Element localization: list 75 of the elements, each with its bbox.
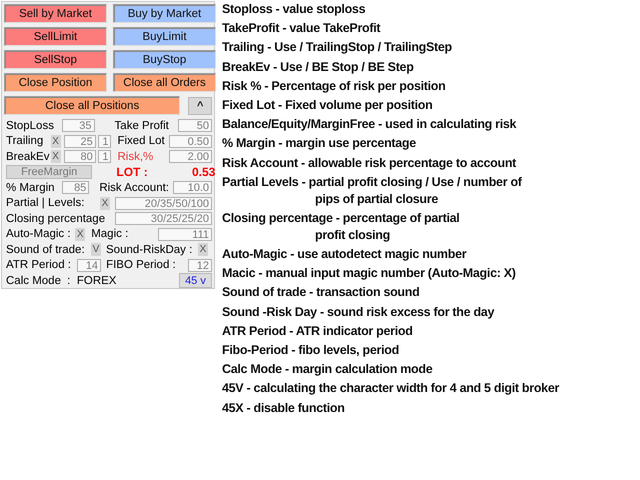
description-text: 45X - disable function — [222, 400, 345, 417]
input-field[interactable]: 111 — [158, 228, 212, 241]
description-text: Fixed Lot - Fixed volume per position — [222, 96, 432, 114]
input-field[interactable]: 12 — [188, 258, 212, 272]
input-field[interactable]: 1 — [98, 134, 112, 148]
description-text: Calc Mode - margin calculation mode — [222, 361, 432, 378]
calc-mode-value: FOREX — [76, 274, 118, 287]
lot-label: LOT : — [116, 165, 149, 180]
description-text: Sound of trade - transaction sound — [222, 284, 420, 302]
collapse-button[interactable]: ^ — [188, 96, 212, 114]
field-label: Take Profit — [114, 120, 170, 132]
order-button[interactable]: BuyLimit — [113, 27, 216, 46]
order-button[interactable]: Close Position — [4, 73, 107, 92]
description-text: Macic - manual input magic number (Auto-Magic: X) — [222, 265, 516, 282]
close-all-positions-button[interactable]: Close all Positions — [4, 96, 180, 115]
field-label: ATR Period : — [6, 259, 72, 272]
toggle-button[interactable]: X — [50, 150, 60, 164]
description-text: Balance/Equity/MarginFree - used in calculating risk — [222, 116, 516, 134]
input-field[interactable]: 85 — [62, 181, 90, 194]
field-label: Closing percentage — [6, 212, 106, 225]
description-text: % Margin - margin use percentage — [222, 135, 416, 152]
input-field[interactable]: 0.50 — [169, 134, 212, 148]
field-label: Risk Account: — [99, 182, 170, 194]
field-label: Risk,% — [117, 150, 154, 163]
input-field[interactable]: 50 — [178, 119, 212, 132]
description-text: Auto-Magic - use autodetect magic number — [222, 246, 466, 264]
toggle-button[interactable]: V — [91, 243, 101, 256]
order-button[interactable]: Sell by Market — [4, 4, 107, 23]
field-label: Trailing — [6, 135, 44, 148]
order-button[interactable]: BuyStop — [113, 50, 216, 69]
description-text: Risk % - Percentage of risk per position — [222, 78, 446, 95]
field-label: Sound-RiskDay : — [106, 244, 194, 256]
digits-button[interactable]: 45 v — [178, 273, 212, 288]
description-text: profit closing — [315, 226, 390, 244]
input-field[interactable]: 14 — [77, 258, 102, 272]
description-text: pips of partial closure — [315, 190, 438, 208]
field-label: Calc Mode — [6, 274, 62, 287]
field-label: Auto-Magic : — [6, 228, 72, 240]
description-text: BreakEv - Use / BE Stop / BE Step — [222, 58, 414, 76]
order-button[interactable]: Buy by Market — [113, 4, 216, 23]
input-field[interactable]: 30/25/25/20 — [114, 212, 212, 226]
description-text: Partial Levels - partial profit closing / Use / number of — [222, 174, 522, 191]
description-text: TakeProfit - value TakeProfit — [222, 20, 380, 38]
description-text: Stoploss - value stoploss — [222, 1, 366, 18]
field-label: Sound of trade: — [6, 244, 86, 256]
description-text: ATR Period - ATR indicator period — [222, 322, 413, 340]
toggle-button[interactable]: X — [75, 228, 86, 241]
input-field[interactable]: 1 — [98, 150, 112, 164]
input-field[interactable]: 2.00 — [169, 150, 212, 164]
input-field[interactable]: 20/35/50/100 — [114, 196, 212, 210]
field-label: FIBO Period : — [106, 259, 177, 272]
order-button[interactable]: SellStop — [4, 50, 107, 69]
field-label: BreakEv — [6, 150, 50, 163]
order-button[interactable]: Close all Orders — [113, 73, 216, 92]
input-field[interactable]: 25 — [64, 134, 96, 148]
field-label: % Margin — [6, 182, 56, 194]
input-field[interactable]: 10.0 — [172, 181, 212, 194]
field-label: Magic : — [91, 228, 130, 240]
field-label: Fixed Lot — [117, 135, 166, 148]
toggle-button[interactable]: X — [50, 134, 60, 148]
description-text: 45V - calculating the character width for 4 and 5 digit broker — [222, 380, 560, 398]
description-text: Trailing - Use / TrailingStop / TrailingStep — [222, 39, 452, 56]
input-field[interactable]: 80 — [64, 150, 96, 164]
description-text: Fibo-Period - fibo levels, period — [222, 342, 399, 359]
separator-text: : — [67, 274, 72, 287]
input-field[interactable]: 35 — [62, 119, 95, 132]
description-text: Sound -Risk Day - sound risk excess for the day — [222, 304, 494, 321]
toggle-button[interactable]: X — [198, 243, 208, 256]
order-button[interactable]: SellLimit — [4, 27, 107, 46]
description-text: Closing percentage - percentage of partial — [222, 210, 460, 227]
field-label: Partial | Levels: — [6, 197, 86, 210]
risk-base-button[interactable]: FreeMargin — [6, 165, 92, 180]
description-text: Risk Account - allowable risk percentage to account — [222, 154, 516, 172]
field-label: StopLoss — [6, 120, 55, 132]
toggle-button[interactable]: X — [100, 196, 110, 210]
